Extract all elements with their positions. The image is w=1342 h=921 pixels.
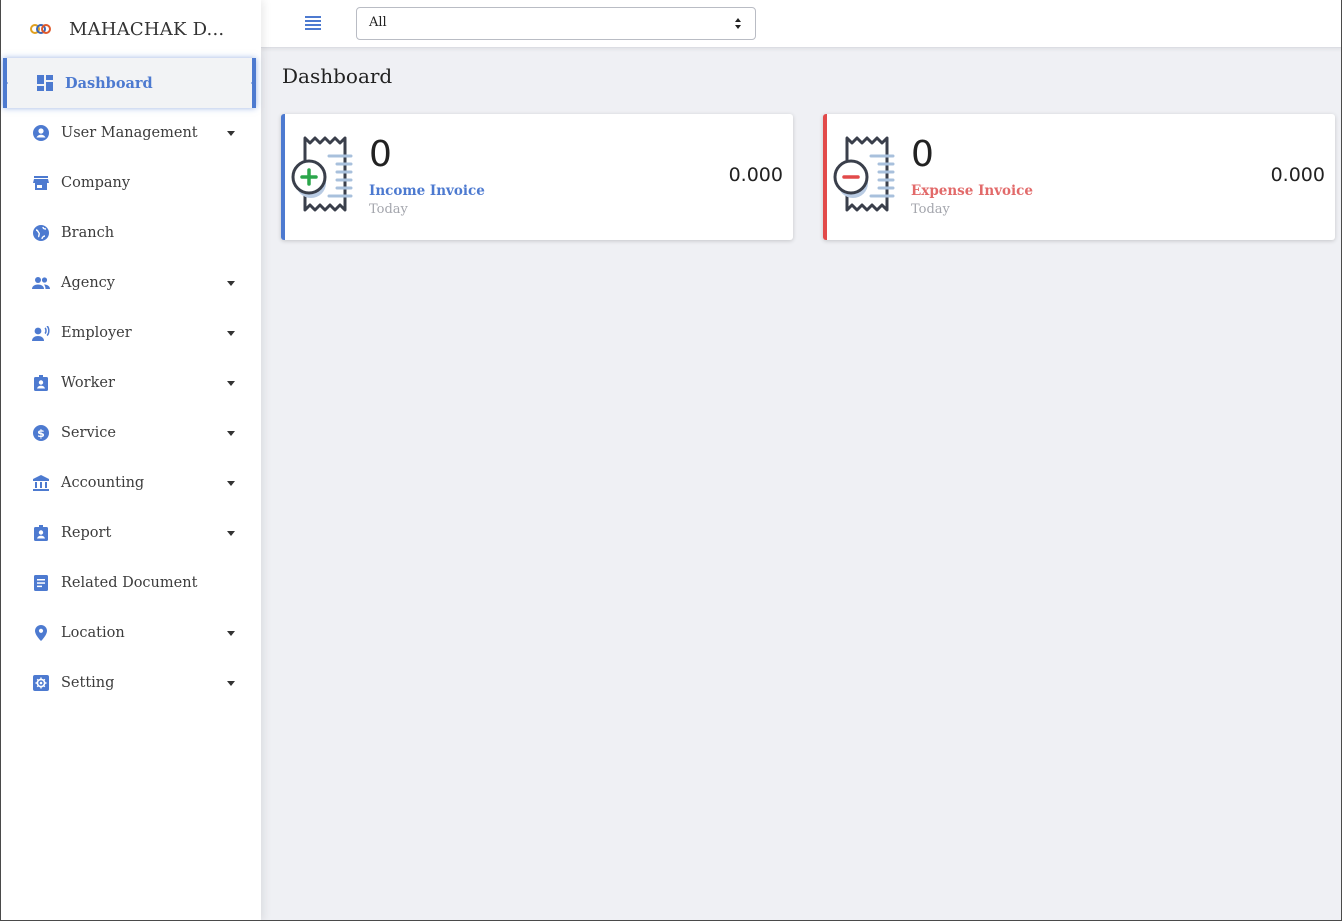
income-invoice-label: Income Invoice (369, 183, 485, 199)
sidebar-item-related-document[interactable]: Related Document (0, 558, 261, 608)
top-bar: All (261, 0, 1342, 48)
badge-icon (32, 374, 50, 392)
sidebar-item-company[interactable]: Company (0, 158, 261, 208)
sidebar-item-label: Service (61, 425, 116, 441)
svg-text:$: $ (37, 427, 45, 440)
sidebar: MAHACHAK D... Dashboard User Management … (0, 0, 261, 921)
chevron-down-icon (227, 631, 235, 636)
expense-invoice-count: 0 (911, 134, 934, 175)
badge-icon (32, 524, 50, 542)
income-invoice-period: Today (369, 202, 408, 217)
sidebar-item-label: Setting (61, 675, 115, 691)
chevron-down-icon (227, 281, 235, 286)
sidebar-item-report[interactable]: Report (0, 508, 261, 558)
sidebar-item-accounting[interactable]: Accounting (0, 458, 261, 508)
location-pin-icon (32, 624, 50, 642)
brand-title: MAHACHAK D... (69, 18, 225, 40)
sidebar-item-location[interactable]: Location (0, 608, 261, 658)
filter-select[interactable]: All (356, 7, 756, 40)
select-arrows-icon (735, 18, 743, 30)
dashboard-icon (36, 74, 54, 92)
store-icon (32, 174, 50, 192)
receipt-remove-icon (831, 134, 901, 218)
sidebar-item-label: Accounting (61, 475, 145, 491)
sidebar-item-label: Agency (61, 275, 115, 291)
sidebar-nav: Dashboard User Management Company Branch (0, 58, 261, 708)
sidebar-item-worker[interactable]: Worker (0, 358, 261, 408)
menu-toggle-icon[interactable] (305, 16, 321, 30)
chevron-down-icon (227, 481, 235, 486)
expense-invoice-card[interactable]: 0 Expense Invoice Today 0.000 (823, 114, 1335, 240)
sidebar-item-service[interactable]: $ Service (0, 408, 261, 458)
sidebar-item-label: Company (61, 175, 131, 191)
sidebar-item-label: Dashboard (65, 74, 153, 92)
expense-invoice-period: Today (911, 202, 950, 217)
document-icon (32, 574, 50, 592)
sidebar-item-label: Report (61, 525, 112, 541)
bank-icon (32, 474, 50, 492)
chevron-down-icon (227, 331, 235, 336)
expense-invoice-label: Expense Invoice (911, 183, 1033, 199)
brand[interactable]: MAHACHAK D... (0, 0, 261, 58)
sidebar-item-label: Related Document (61, 575, 198, 591)
chevron-down-icon (227, 681, 235, 686)
brand-logo (30, 22, 52, 36)
chevron-down-icon (227, 131, 235, 136)
dollar-circle-icon: $ (32, 424, 50, 442)
people-icon (32, 274, 50, 292)
record-voice-icon (32, 324, 50, 342)
sidebar-item-label: Employer (61, 325, 132, 341)
income-invoice-count: 0 (369, 134, 392, 175)
sidebar-item-employer[interactable]: Employer (0, 308, 261, 358)
chevron-down-icon (227, 431, 235, 436)
income-invoice-amount: 0.000 (728, 164, 783, 186)
chevron-down-icon (227, 531, 235, 536)
page-title: Dashboard (282, 64, 393, 88)
filter-select-value: All (369, 15, 387, 30)
sidebar-item-label: Branch (61, 225, 115, 241)
sidebar-item-branch[interactable]: Branch (0, 208, 261, 258)
settings-icon (32, 674, 50, 692)
sidebar-item-setting[interactable]: Setting (0, 658, 261, 708)
sidebar-item-agency[interactable]: Agency (0, 258, 261, 308)
receipt-add-icon (289, 134, 359, 218)
expense-invoice-amount: 0.000 (1270, 164, 1325, 186)
sidebar-item-label: User Management (61, 125, 198, 141)
income-invoice-card[interactable]: 0 Income Invoice Today 0.000 (281, 114, 793, 240)
globe-icon (32, 224, 50, 242)
sidebar-item-dashboard[interactable]: Dashboard (3, 58, 256, 108)
sidebar-item-user-management[interactable]: User Management (0, 108, 261, 158)
sidebar-item-label: Location (61, 625, 125, 641)
chevron-down-icon (227, 381, 235, 386)
account-circle-icon (32, 124, 50, 142)
sidebar-item-label: Worker (61, 375, 115, 391)
